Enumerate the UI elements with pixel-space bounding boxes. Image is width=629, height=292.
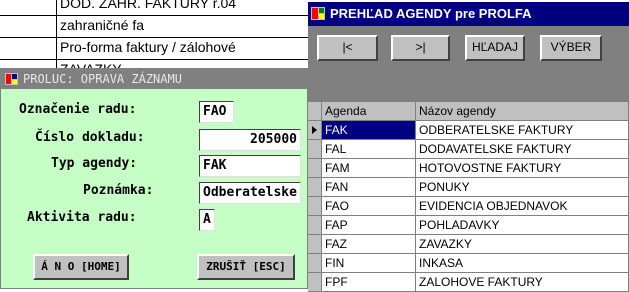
- table-row[interactable]: FAP POHLADAVKY: [308, 216, 629, 235]
- document-number-field[interactable]: 205000: [199, 129, 301, 151]
- cell-agenda-name[interactable]: ZAVAZKY: [416, 235, 629, 254]
- row-indicator: [308, 197, 322, 216]
- app-window-icon[interactable]: [311, 7, 325, 20]
- cell-agenda-code[interactable]: FAP: [322, 216, 416, 235]
- label-agenda-type: Typ agendy:: [51, 156, 138, 171]
- row-indicator: [308, 216, 322, 235]
- table-row[interactable]: FIN INKASA: [308, 254, 629, 273]
- cell-agenda-code[interactable]: FAN: [322, 178, 416, 197]
- series-active-field[interactable]: A: [199, 209, 215, 231]
- cell-agenda-code[interactable]: FAM: [322, 159, 416, 178]
- row-indicator: [308, 121, 322, 140]
- cell-agenda-name[interactable]: HOTOVOSTNE FAKTURY: [416, 159, 629, 178]
- edit-record-dialog: PROLUC: OPRAVA ZÁZNAMU Označenie radu: F…: [0, 68, 308, 289]
- table-row[interactable]: FAM HOTOVOSTNE FAKTURY: [308, 159, 629, 178]
- label-note: Poznámka:: [83, 183, 154, 198]
- row-indicator: [308, 273, 322, 292]
- cell-agenda-name[interactable]: POHLADAVKY: [416, 216, 629, 235]
- cell-agenda-code[interactable]: FAL: [322, 140, 416, 159]
- list-item-label: DOD. ZAHR. FAKTÚRY r.04: [60, 0, 237, 11]
- cell-agenda-code[interactable]: FPF: [322, 273, 416, 292]
- cell-agenda-name[interactable]: ODBERATELSKE FAKTURY: [416, 121, 629, 140]
- row-indicator: [308, 235, 322, 254]
- agenda-lookup-dialog: PREHĽAD AGENDY pre PROLFA |< >| HĽADAJ V…: [308, 2, 629, 292]
- label-document-number: Číslo dokladu:: [35, 130, 145, 145]
- column-header-agenda-name[interactable]: Názov agendy: [416, 102, 629, 121]
- cell-agenda-code[interactable]: FAK: [322, 121, 416, 140]
- first-record-button[interactable]: |<: [317, 35, 378, 61]
- edit-dialog-title: PROLUC: OPRAVA ZÁZNAMU: [23, 72, 182, 86]
- cancel-button[interactable]: ZRUŠIŤ [ESC]: [197, 254, 295, 280]
- cell-agenda-code[interactable]: FIN: [322, 254, 416, 273]
- list-item[interactable]: Pro-forma faktury / zálohové: [0, 37, 308, 60]
- list-item[interactable]: DOD. ZAHR. FAKTÚRY r.04: [0, 0, 308, 16]
- column-header-agenda[interactable]: Agenda: [322, 102, 416, 121]
- row-indicator-header: [308, 102, 322, 121]
- table-row[interactable]: FPF ZALOHOVE FAKTURY: [308, 273, 629, 292]
- row-indicator: [308, 254, 322, 273]
- table-row[interactable]: FAO EVIDENCIA OBJEDNAVOK: [308, 197, 629, 216]
- row-indicator: [308, 178, 322, 197]
- label-series-code: Označenie radu:: [19, 102, 137, 117]
- cell-agenda-name[interactable]: EVIDENCIA OBJEDNAVOK: [416, 197, 629, 216]
- table-row[interactable]: FAL DODAVATELSKE FAKTURY: [308, 140, 629, 159]
- table-row[interactable]: FAK ODBERATELSKE FAKTURY: [308, 121, 629, 140]
- list-item-label: zahraničné fa: [60, 17, 145, 33]
- app-window-icon[interactable]: [5, 73, 18, 85]
- note-field[interactable]: Odberatelske: [199, 182, 301, 204]
- list-item-gutter: [0, 15, 57, 37]
- label-series-active: Aktivita radu:: [27, 210, 137, 225]
- lookup-dialog-titlebar[interactable]: PREHĽAD AGENDY pre PROLFA: [308, 2, 629, 26]
- list-item-gutter: [0, 37, 57, 59]
- select-button[interactable]: VÝBER: [540, 35, 602, 61]
- table-row[interactable]: FAN PONUKY: [308, 178, 629, 197]
- series-code-field[interactable]: FAO: [199, 101, 234, 123]
- list-item-label: Pro-forma faktury / zálohové: [60, 39, 236, 55]
- row-pointer-icon: [312, 126, 317, 134]
- edit-dialog-titlebar[interactable]: PROLUC: OPRAVA ZÁZNAMU: [1, 69, 307, 89]
- cell-agenda-code[interactable]: FAZ: [322, 235, 416, 254]
- search-button[interactable]: HĽADAJ: [465, 35, 525, 61]
- last-record-button[interactable]: >|: [391, 35, 450, 61]
- cell-agenda-name[interactable]: PONUKY: [416, 178, 629, 197]
- list-item-gutter: [0, 0, 57, 15]
- cell-agenda-name[interactable]: DODAVATELSKE FAKTURY: [416, 140, 629, 159]
- cell-agenda-code[interactable]: FAO: [322, 197, 416, 216]
- lookup-dialog-title: PREHĽAD AGENDY pre PROLFA: [330, 6, 532, 21]
- cell-agenda-name[interactable]: INKASA: [416, 254, 629, 273]
- table-row[interactable]: FAZ ZAVAZKY: [308, 235, 629, 254]
- background-list: DOD. ZAHR. FAKTÚRY r.04 zahraničné fa Pr…: [0, 0, 310, 82]
- agenda-type-field[interactable]: FAK: [199, 155, 301, 177]
- row-indicator: [308, 140, 322, 159]
- cell-agenda-name[interactable]: ZALOHOVE FAKTURY: [416, 273, 629, 292]
- agenda-table: Agenda Názov agendy FAK ODBERATELSKE FAK…: [308, 102, 629, 292]
- confirm-button[interactable]: Á N O [HOME]: [33, 254, 129, 280]
- list-item[interactable]: zahraničné fa: [0, 15, 308, 38]
- row-indicator: [308, 159, 322, 178]
